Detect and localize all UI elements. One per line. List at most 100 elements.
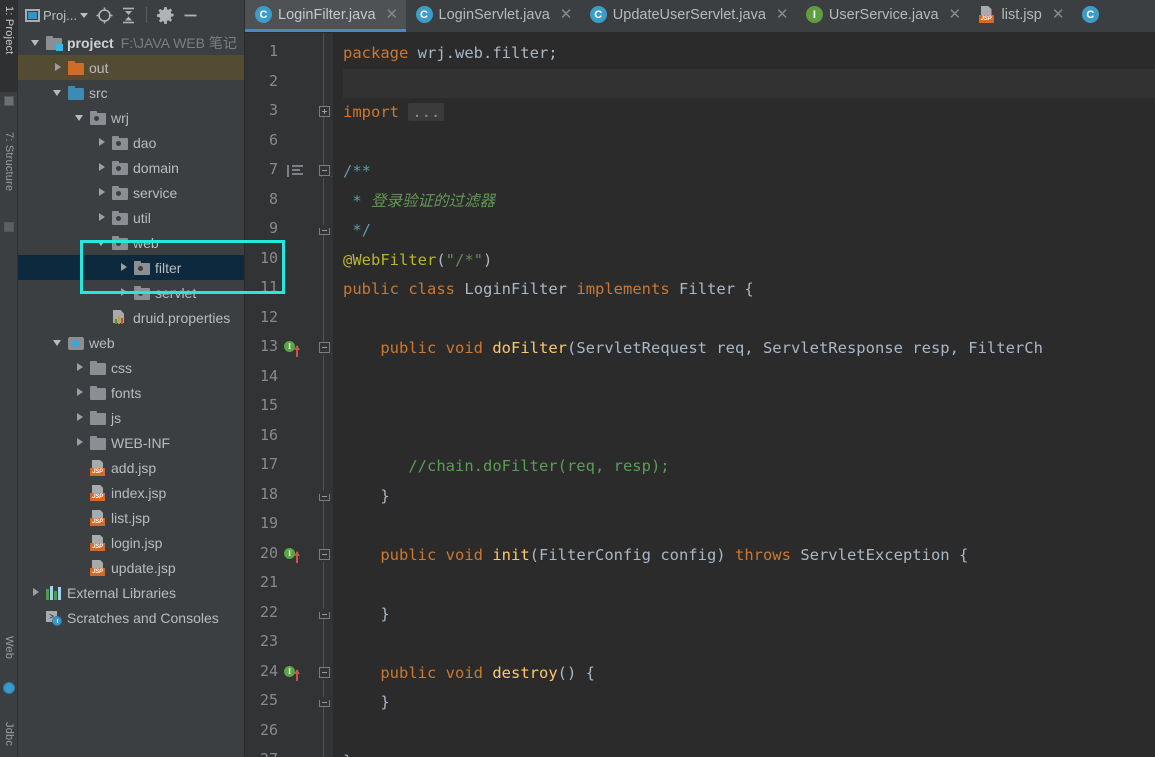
settings-button[interactable] xyxy=(154,3,177,27)
tool-window-button-structure[interactable]: 7: Structure xyxy=(3,132,15,191)
tree-twisty[interactable] xyxy=(96,311,109,324)
gutter-line-18[interactable]: 18 xyxy=(245,482,333,512)
tree-row-index-jsp[interactable]: JSP index.jsp xyxy=(18,480,244,505)
tree-twisty[interactable] xyxy=(74,536,87,549)
fold-collapse-icon[interactable] xyxy=(319,548,330,560)
tree-row-css[interactable]: css xyxy=(18,355,244,380)
tree-row-login-jsp[interactable]: JSP login.jsp xyxy=(18,530,244,555)
tree-row-project[interactable]: project F:\JAVA WEB 笔记 xyxy=(18,30,244,55)
fold-end-icon[interactable] xyxy=(319,696,330,707)
tool-window-icon-3[interactable] xyxy=(3,682,15,694)
gutter-line-11[interactable]: 11 xyxy=(245,275,333,305)
editor-tab-loginservlet-java[interactable]: C LoginServlet.java ✕ xyxy=(406,0,580,32)
fold-end-icon[interactable] xyxy=(319,607,330,619)
project-view-selector[interactable]: Proj... xyxy=(22,3,91,27)
collapse-arrow-icon[interactable] xyxy=(96,236,109,249)
tree-row-dao[interactable]: dao xyxy=(18,130,244,155)
tree-row-src[interactable]: src xyxy=(18,80,244,105)
tree-twisty[interactable] xyxy=(30,611,43,624)
tree-twisty[interactable] xyxy=(74,461,87,474)
gutter-line-14[interactable]: 14 xyxy=(245,364,333,394)
gutter-line-8[interactable]: 8 xyxy=(245,187,333,217)
tree-row-update-jsp[interactable]: JSP update.jsp xyxy=(18,555,244,580)
gutter-line-12[interactable]: 12 xyxy=(245,305,333,335)
gutter-line-2[interactable]: 2 xyxy=(245,69,333,99)
collapse-arrow-icon[interactable] xyxy=(30,36,43,49)
editor-tab-list-jsp[interactable]: JSP list.jsp ✕ xyxy=(969,0,1072,32)
gutter-line-23[interactable]: 23 xyxy=(245,629,333,659)
close-icon[interactable]: ✕ xyxy=(386,7,399,22)
editor-tab-updateuserservlet-java[interactable]: C UpdateUserServlet.java ✕ xyxy=(580,0,796,32)
gutter-line-22[interactable]: 22 xyxy=(245,600,333,630)
gutter-line-10[interactable]: 10 xyxy=(245,246,333,276)
tree-row-out[interactable]: out xyxy=(18,55,244,80)
close-icon[interactable]: ✕ xyxy=(949,7,962,22)
tree-row-domain[interactable]: domain xyxy=(18,155,244,180)
expand-arrow-icon[interactable] xyxy=(118,261,131,274)
tool-window-button-jdbc[interactable]: Jdbc xyxy=(3,722,15,746)
close-icon[interactable]: ✕ xyxy=(560,7,573,22)
gutter-line-7[interactable]: 7 xyxy=(245,157,333,187)
implements-method-marker[interactable]: I xyxy=(284,341,300,357)
tree-row-web[interactable]: web xyxy=(18,330,244,355)
gutter-line-19[interactable]: 19 xyxy=(245,511,333,541)
gutter-line-6[interactable]: 6 xyxy=(245,128,333,158)
tree-row-web[interactable]: web xyxy=(18,230,244,255)
expand-arrow-icon[interactable] xyxy=(52,61,65,74)
expand-arrow-icon[interactable] xyxy=(74,411,87,424)
implements-method-marker[interactable]: I xyxy=(284,665,300,681)
editor-tab-userservice-java[interactable]: I UserService.java ✕ xyxy=(796,0,969,32)
gutter-line-17[interactable]: 17 xyxy=(245,452,333,482)
fold-collapse-icon[interactable] xyxy=(319,666,330,678)
tree-row-filter[interactable]: filter xyxy=(18,255,244,280)
hide-panel-button[interactable] xyxy=(179,3,202,27)
expand-arrow-icon[interactable] xyxy=(74,361,87,374)
fold-end-icon[interactable] xyxy=(319,224,330,235)
tree-twisty[interactable] xyxy=(74,511,87,524)
code-content[interactable]: package wrj.web.filter; import ... /** *… xyxy=(333,33,1155,757)
editor-tab-loginfilter-java[interactable]: C LoginFilter.java ✕ xyxy=(245,0,406,32)
gutter-line-16[interactable]: 16 xyxy=(245,423,333,453)
tree-row-druid-properties[interactable]: druid.properties xyxy=(18,305,244,330)
gutter-line-25[interactable]: 25 xyxy=(245,688,333,718)
locate-target-button[interactable] xyxy=(93,3,116,27)
expand-arrow-icon[interactable] xyxy=(74,386,87,399)
implements-method-marker[interactable]: I xyxy=(284,547,300,563)
gutter-line-26[interactable]: 26 xyxy=(245,718,333,748)
gutter-line-9[interactable]: 9 xyxy=(245,216,333,246)
expand-arrow-icon[interactable] xyxy=(96,136,109,149)
fold-end-icon[interactable] xyxy=(319,489,330,501)
close-icon[interactable]: ✕ xyxy=(776,7,789,22)
editor-tab-overflow[interactable]: C xyxy=(1072,0,1113,32)
tree-row-external-libraries[interactable]: External Libraries xyxy=(18,580,244,605)
gutter-line-1[interactable]: 1 xyxy=(245,39,333,69)
expand-arrow-icon[interactable] xyxy=(74,436,87,449)
folded-imports[interactable]: ... xyxy=(408,103,445,121)
gutter-line-15[interactable]: 15 xyxy=(245,393,333,423)
tree-twisty[interactable] xyxy=(74,486,87,499)
tree-row-js[interactable]: js xyxy=(18,405,244,430)
collapse-arrow-icon[interactable] xyxy=(74,111,87,124)
fold-collapse-icon[interactable] xyxy=(319,342,330,353)
tree-row-web-inf[interactable]: WEB-INF xyxy=(18,430,244,455)
close-icon[interactable]: ✕ xyxy=(1052,7,1065,22)
fold-expand-icon[interactable] xyxy=(319,106,330,117)
expand-arrow-icon[interactable] xyxy=(118,286,131,299)
gutter-line-3[interactable]: 3 xyxy=(245,98,333,128)
tree-row-scratches-and-consoles[interactable]: > Scratches and Consoles xyxy=(18,605,244,630)
tree-row-util[interactable]: util xyxy=(18,205,244,230)
expand-arrow-icon[interactable] xyxy=(30,586,43,599)
tool-window-button-web[interactable]: Web xyxy=(3,636,15,659)
gutter-line-13[interactable]: 13 I xyxy=(245,334,333,364)
expand-arrow-icon[interactable] xyxy=(96,186,109,199)
editor-gutter[interactable]: 1 2 3 6 7 8 9 10 11 12 13 I 14 15 16 17 18 19 20 I 21 22 23 24 I… xyxy=(245,33,333,757)
tool-window-icon-2[interactable] xyxy=(4,222,14,232)
collapse-all-button[interactable] xyxy=(118,3,139,27)
collapse-arrow-icon[interactable] xyxy=(52,336,65,349)
collapse-arrow-icon[interactable] xyxy=(52,86,65,99)
tool-window-button-project[interactable]: 1: Project xyxy=(3,6,15,54)
gutter-line-27[interactable]: 27 xyxy=(245,747,333,757)
editor-tab-bar[interactable]: C LoginFilter.java ✕ C LoginServlet.java ✕ C Up… xyxy=(245,0,1155,33)
project-tree[interactable]: project F:\JAVA WEB 笔记 out src wrj dao domain s… xyxy=(18,30,244,757)
tree-row-wrj[interactable]: wrj xyxy=(18,105,244,130)
